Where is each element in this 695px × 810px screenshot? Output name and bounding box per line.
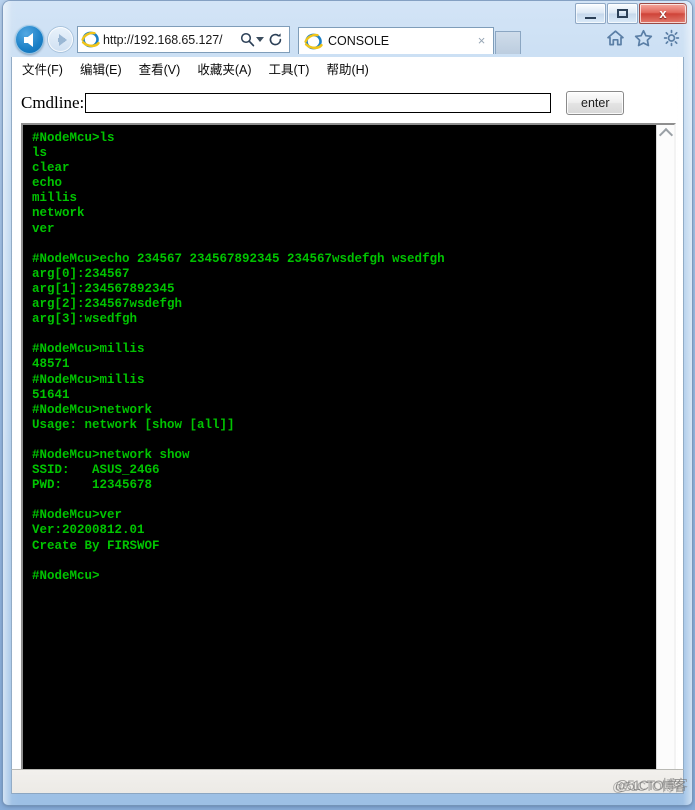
console-output-text: #NodeMcu>ls ls clear echo millis network… <box>32 131 445 583</box>
forward-button[interactable] <box>48 27 73 52</box>
tab-close-icon[interactable]: × <box>474 33 489 49</box>
console-output-panel: #NodeMcu>ls ls clear echo millis network… <box>21 123 676 769</box>
search-icon[interactable] <box>238 29 257 50</box>
menu-item-favorites[interactable]: 收藏夹(A) <box>197 59 251 78</box>
console-scrollbar[interactable] <box>656 125 674 769</box>
tab-title: CONSOLE <box>328 34 390 48</box>
scroll-up-button[interactable] <box>657 125 674 143</box>
cmdline-row: Cmdline: enter <box>21 90 676 116</box>
arrow-right-icon <box>57 33 67 46</box>
minimize-icon <box>585 14 596 19</box>
browser-navigation-bar: http://192.168.65.127/ CONSOLE × <box>9 23 686 57</box>
chevron-up-icon <box>658 127 673 143</box>
url-text: http://192.168.65.127/ <box>103 32 223 47</box>
cmdline-label: Cmdline: <box>21 93 85 112</box>
status-bar <box>11 769 684 794</box>
maximize-icon <box>617 9 628 18</box>
page-content: Cmdline: enter #NodeMcu>ls ls clear echo… <box>11 79 684 769</box>
menu-item-tools[interactable]: 工具(T) <box>268 59 309 78</box>
browser-window: x http://192.168.65.127/ CONSOLE × 文件(F)… <box>3 1 692 805</box>
menu-item-view[interactable]: 查看(V) <box>139 59 181 78</box>
menu-item-help[interactable]: 帮助(H) <box>326 59 368 78</box>
screenshot-root: x http://192.168.65.127/ CONSOLE × 文件(F)… <box>0 0 695 810</box>
home-icon[interactable] <box>606 29 625 52</box>
minimize-button[interactable] <box>575 3 606 24</box>
tab-console[interactable]: CONSOLE × <box>298 27 494 54</box>
enter-button[interactable]: enter <box>566 91 625 115</box>
gear-icon[interactable] <box>662 29 681 52</box>
chevron-down-icon[interactable] <box>256 37 264 42</box>
maximize-button[interactable] <box>607 3 638 24</box>
cmdline-input[interactable] <box>85 93 552 113</box>
window-caption-buttons: x <box>575 3 687 24</box>
close-button[interactable]: x <box>639 3 687 24</box>
menu-item-edit[interactable]: 编辑(E) <box>80 59 122 78</box>
refresh-icon[interactable] <box>266 29 285 50</box>
menu-bar: 文件(F) 编辑(E) 查看(V) 收藏夹(A) 工具(T) 帮助(H) <box>11 57 684 79</box>
arrow-left-icon <box>24 32 33 47</box>
address-bar-icons <box>238 29 287 50</box>
close-icon: x <box>659 6 667 21</box>
browser-toolbar-right <box>606 29 681 52</box>
internet-explorer-icon <box>81 30 100 49</box>
address-bar[interactable]: http://192.168.65.127/ <box>77 26 290 53</box>
new-tab-button[interactable] <box>495 31 521 54</box>
star-icon[interactable] <box>634 29 653 52</box>
tab-strip: CONSOLE × <box>298 26 521 54</box>
back-button[interactable] <box>15 25 44 54</box>
watermark-text-shadow: @51CTO博客 <box>612 779 686 794</box>
tab-favicon-icon <box>304 32 323 51</box>
menu-item-file[interactable]: 文件(F) <box>22 59 63 78</box>
